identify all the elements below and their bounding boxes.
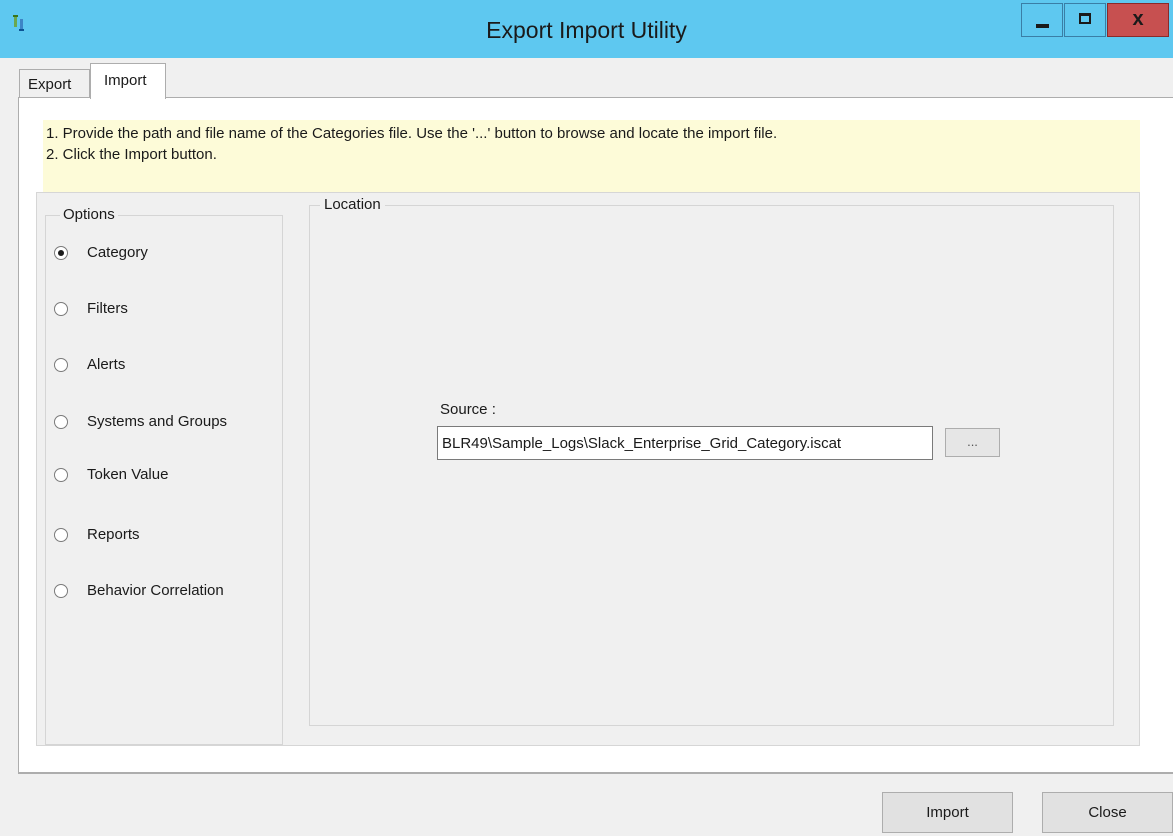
instruction-line-2: 2. Click the Import button. xyxy=(46,146,217,163)
radio-button-icon[interactable] xyxy=(54,246,68,260)
radio-button-icon[interactable] xyxy=(54,415,68,429)
title-bar: Export Import Utility x xyxy=(0,0,1173,58)
radio-button-icon[interactable] xyxy=(54,358,68,372)
import-button[interactable]: Import xyxy=(882,792,1013,833)
instructions-banner: 1. Provide the path and file name of the… xyxy=(43,120,1140,192)
location-group xyxy=(309,205,1114,726)
location-legend: Location xyxy=(320,196,385,213)
option-label: Systems and Groups xyxy=(87,413,228,430)
close-window-button[interactable]: x xyxy=(1107,3,1169,37)
minimize-button[interactable] xyxy=(1021,3,1063,37)
option-label: Reports xyxy=(87,526,140,543)
option-label: Filters xyxy=(87,300,128,317)
options-legend: Options xyxy=(60,206,118,223)
close-icon: x xyxy=(1132,8,1144,30)
radio-button-icon[interactable] xyxy=(54,584,68,598)
browse-button[interactable]: ... xyxy=(945,428,1000,457)
option-label: Behavior Correlation xyxy=(87,582,224,599)
footer-separator xyxy=(18,773,1173,774)
option-label: Category xyxy=(87,244,148,261)
radio-button-icon[interactable] xyxy=(54,468,68,482)
maximize-button[interactable] xyxy=(1064,3,1106,37)
radio-button-icon[interactable] xyxy=(54,302,68,316)
maximize-icon xyxy=(1079,13,1091,24)
source-label: Source : xyxy=(440,401,496,418)
option-label: Token Value xyxy=(87,466,169,483)
close-button[interactable]: Close xyxy=(1042,792,1173,833)
window-title: Export Import Utility xyxy=(486,17,687,43)
minimize-icon xyxy=(1036,24,1049,28)
tab-export[interactable]: Export xyxy=(19,69,90,97)
tab-import[interactable]: Import xyxy=(90,63,166,99)
option-label: Alerts xyxy=(87,356,126,373)
source-path-input[interactable] xyxy=(437,426,933,460)
instruction-line-1: 1. Provide the path and file name of the… xyxy=(46,125,778,142)
radio-button-icon[interactable] xyxy=(54,528,68,542)
